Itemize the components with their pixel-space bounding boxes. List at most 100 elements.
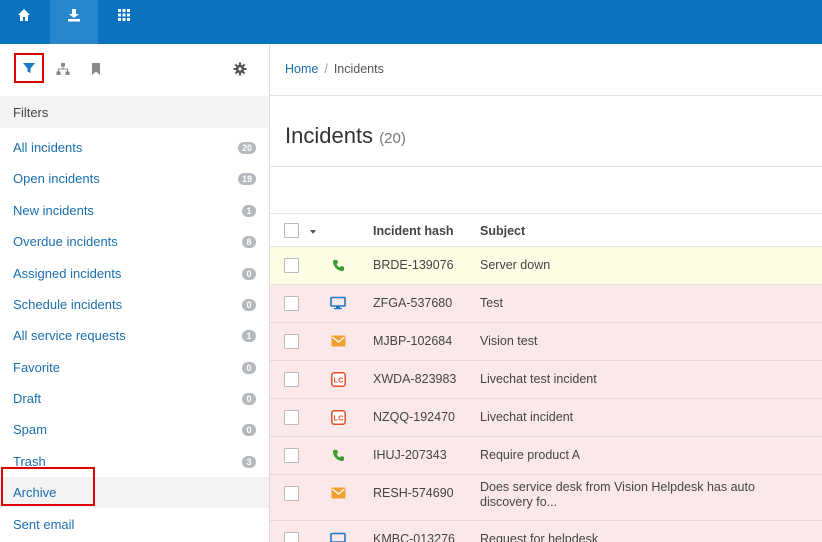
- filter-spam[interactable]: Spam 0: [0, 414, 269, 445]
- filter-schedule-incidents[interactable]: Schedule incidents 0: [0, 289, 269, 320]
- filter-overdue-incidents[interactable]: Overdue incidents 8: [0, 226, 269, 257]
- count-badge: 3: [242, 455, 256, 468]
- home-button[interactable]: [0, 0, 48, 44]
- incident-subject[interactable]: Request for helpdesk: [480, 532, 810, 542]
- divider: [270, 166, 822, 167]
- table-row[interactable]: BRDE-139076 Server down: [270, 247, 822, 285]
- sidebar-toolbar: [0, 44, 269, 96]
- table-row[interactable]: LC XWDA-823983 Livechat test incident: [270, 361, 822, 399]
- breadcrumb-current: Incidents: [333, 62, 384, 76]
- filter-label: New incidents: [13, 203, 94, 218]
- row-checkbox[interactable]: [284, 372, 299, 387]
- download-icon: [68, 9, 80, 22]
- filter-favorite[interactable]: Favorite 0: [0, 352, 269, 383]
- row-checkbox[interactable]: [284, 448, 299, 463]
- bookmark-icon: [92, 63, 100, 75]
- filter-draft[interactable]: Draft 0: [0, 383, 269, 414]
- row-checkbox[interactable]: [284, 258, 299, 273]
- table-row[interactable]: LC NZQQ-192470 Livechat incident: [270, 399, 822, 437]
- filter-all-service-requests[interactable]: All service requests 1: [0, 320, 269, 351]
- livechat-icon-text: LC: [333, 375, 344, 384]
- filter-label: Open incidents: [13, 171, 100, 186]
- filter-label: Draft: [13, 391, 42, 406]
- top-bar: [0, 0, 822, 44]
- incident-subject[interactable]: Livechat test incident: [480, 372, 810, 387]
- select-all-checkbox[interactable]: [284, 223, 299, 238]
- page-title: Incidents (20): [285, 123, 406, 149]
- filter-label: Overdue incidents: [13, 234, 118, 249]
- row-checkbox[interactable]: [284, 486, 299, 501]
- count-badge: 0: [242, 298, 256, 311]
- count-badge: 8: [242, 235, 256, 248]
- count-badge: 19: [237, 172, 256, 185]
- incident-hash[interactable]: BRDE-139076: [373, 258, 454, 272]
- table-row[interactable]: RESH-574690 Does service desk from Visio…: [270, 475, 822, 521]
- incident-subject[interactable]: Vision test: [480, 334, 810, 349]
- filter-sent-email[interactable]: Sent email: [0, 509, 269, 540]
- filter-icon: [23, 63, 35, 73]
- incident-subject[interactable]: Livechat incident: [480, 410, 810, 425]
- row-checkbox[interactable]: [284, 410, 299, 425]
- filter-label: Favorite: [13, 360, 60, 375]
- incident-subject[interactable]: Require product A: [480, 448, 810, 463]
- count-badge: 0: [242, 267, 256, 280]
- incident-hash[interactable]: KMBC-013276: [373, 532, 455, 542]
- livechat-icon: LC: [330, 371, 346, 387]
- table-row[interactable]: IHUJ-207343 Require product A: [270, 437, 822, 475]
- incident-hash[interactable]: IHUJ-207343: [373, 448, 447, 462]
- filter-tool-button[interactable]: [14, 53, 44, 83]
- table-row[interactable]: ZFGA-537680 Test: [270, 285, 822, 323]
- hierarchy-icon: [56, 63, 70, 75]
- apps-button[interactable]: [100, 0, 148, 44]
- count-badge: 0: [242, 423, 256, 436]
- divider: [270, 95, 822, 96]
- row-checkbox[interactable]: [284, 296, 299, 311]
- filter-all-incidents[interactable]: All incidents 20: [0, 132, 269, 163]
- filter-assigned-incidents[interactable]: Assigned incidents 0: [0, 258, 269, 289]
- count-badge: 0: [242, 361, 256, 374]
- table-row[interactable]: KMBC-013276 Request for helpdesk: [270, 521, 822, 542]
- filter-label: Spam: [13, 422, 47, 437]
- incident-hash[interactable]: ZFGA-537680: [373, 296, 452, 310]
- home-icon: [18, 9, 30, 21]
- incident-hash[interactable]: RESH-574690: [373, 486, 454, 500]
- filter-open-incidents[interactable]: Open incidents 19: [0, 163, 269, 194]
- incident-subject[interactable]: Does service desk from Vision Helpdesk h…: [480, 480, 810, 510]
- phone-icon: [330, 447, 346, 463]
- gear-icon: [233, 62, 247, 76]
- breadcrumb: Home / Incidents: [285, 62, 384, 76]
- count-badge: 1: [242, 329, 256, 342]
- download-button[interactable]: [50, 0, 98, 44]
- count-badge: 20: [237, 141, 256, 154]
- incident-subject[interactable]: Server down: [480, 258, 810, 273]
- column-incident-hash[interactable]: Incident hash: [373, 224, 454, 238]
- incident-hash[interactable]: XWDA-823983: [373, 372, 456, 386]
- filter-label: Schedule incidents: [13, 297, 123, 312]
- monitor-icon: [330, 531, 346, 542]
- incident-hash[interactable]: NZQQ-192470: [373, 410, 455, 424]
- livechat-icon-text: LC: [333, 413, 344, 422]
- incident-subject[interactable]: Test: [480, 296, 810, 311]
- table-row[interactable]: MJBP-102684 Vision test: [270, 323, 822, 361]
- filter-new-incidents[interactable]: New incidents 1: [0, 195, 269, 226]
- page-title-count: (20): [379, 130, 406, 147]
- row-checkbox[interactable]: [284, 334, 299, 349]
- incident-hash[interactable]: MJBP-102684: [373, 334, 452, 348]
- count-badge: 1: [242, 204, 256, 217]
- page-title-text: Incidents: [285, 123, 374, 148]
- archive-highlight-box: [1, 467, 95, 506]
- count-badge: 0: [242, 392, 256, 405]
- phone-icon: [330, 257, 346, 273]
- chevron-down-icon[interactable]: [310, 230, 316, 234]
- email-icon: [330, 333, 346, 349]
- bookmark-tool-button[interactable]: [81, 54, 111, 84]
- settings-button[interactable]: [225, 54, 255, 84]
- hierarchy-tool-button[interactable]: [48, 54, 78, 84]
- row-checkbox[interactable]: [284, 532, 299, 542]
- column-subject[interactable]: Subject: [480, 224, 525, 238]
- filter-label: Sent email: [13, 517, 75, 532]
- filter-label: All service requests: [13, 328, 126, 343]
- breadcrumb-home-link[interactable]: Home: [285, 62, 318, 76]
- table-header: Incident hash Subject: [270, 214, 822, 247]
- email-icon: [330, 485, 346, 501]
